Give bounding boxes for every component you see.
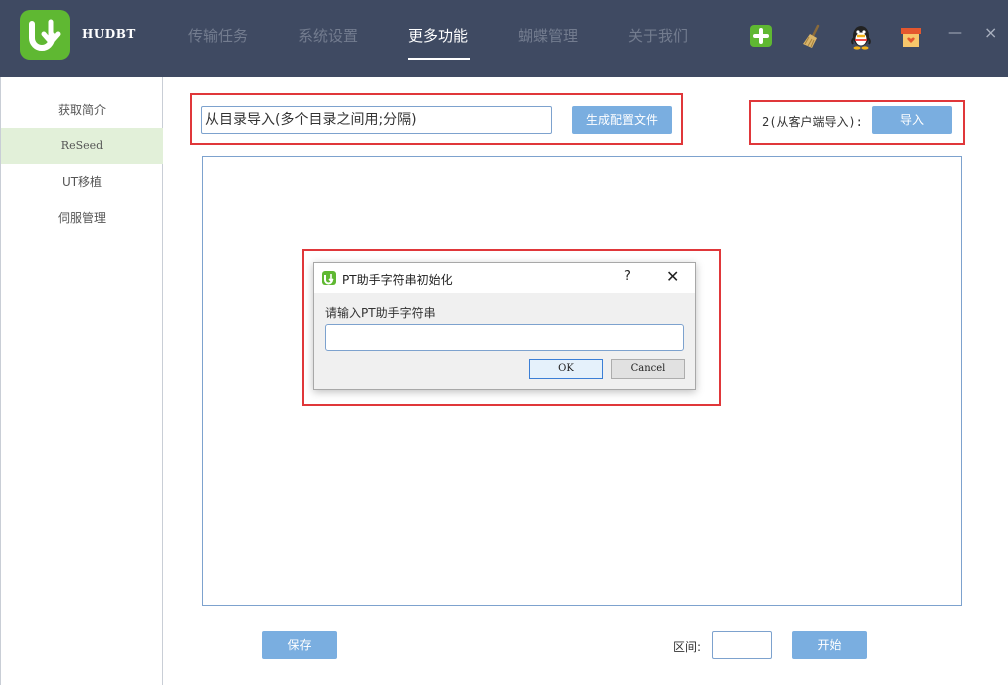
hudbt-logo-icon xyxy=(20,10,70,60)
top-header: HUDBT 传输任务 系统设置 更多功能 蝴蝶管理 关于我们 — × xyxy=(0,0,1008,77)
tab-butterfly-management[interactable]: 蝴蝶管理 xyxy=(518,25,578,46)
save-button[interactable]: 保存 xyxy=(262,631,337,659)
tab-about-us[interactable]: 关于我们 xyxy=(628,25,688,46)
import-button[interactable]: 导入 xyxy=(872,106,952,134)
directory-path-input[interactable]: 从目录导入(多个目录之间用;分隔) xyxy=(201,106,552,134)
gift-box-icon[interactable] xyxy=(900,26,922,52)
tab-system-settings[interactable]: 系统设置 xyxy=(298,25,358,46)
help-icon[interactable]: ? xyxy=(624,269,631,284)
app-logo-icon xyxy=(322,271,336,285)
tab-more-features[interactable]: 更多功能 xyxy=(408,25,468,46)
dialog-prompt: 请输入PT助手字符串 xyxy=(325,306,436,320)
sidebar-item-ut-migration[interactable]: UT移植 xyxy=(1,164,163,200)
dialog-titlebar: PT助手字符串初始化 ? ✕ xyxy=(314,263,695,293)
active-tab-underline xyxy=(408,58,470,60)
tab-transfer-tasks[interactable]: 传输任务 xyxy=(188,25,248,46)
sidebar-item-server-management[interactable]: 伺服管理 xyxy=(1,200,163,236)
pt-helper-string-input[interactable] xyxy=(325,324,684,351)
range-label: 区间: xyxy=(673,640,702,654)
client-import-label: 2(从客户端导入): xyxy=(762,115,863,129)
pt-helper-string-dialog: PT助手字符串初始化 ? ✕ 请输入PT助手字符串 OK Cancel xyxy=(313,262,696,390)
dialog-close-icon[interactable]: ✕ xyxy=(666,267,679,286)
qq-penguin-icon[interactable] xyxy=(850,24,872,54)
sidebar-item-reseed[interactable]: ReSeed xyxy=(1,128,163,164)
brand-name: HUDBT xyxy=(82,27,136,41)
sidebar: 获取简介 ReSeed UT移植 伺服管理 xyxy=(0,77,163,685)
sidebar-item-get-intro[interactable]: 获取简介 xyxy=(1,92,163,128)
cancel-button[interactable]: Cancel xyxy=(611,359,685,379)
add-icon[interactable] xyxy=(750,25,772,51)
minimize-button[interactable]: — xyxy=(948,25,962,41)
dialog-title: PT助手字符串初始化 xyxy=(342,273,453,287)
close-window-button[interactable]: × xyxy=(984,23,997,42)
generate-config-button[interactable]: 生成配置文件 xyxy=(572,106,672,134)
broom-icon[interactable] xyxy=(801,24,825,54)
start-button[interactable]: 开始 xyxy=(792,631,867,659)
range-input[interactable] xyxy=(712,631,772,659)
ok-button[interactable]: OK xyxy=(529,359,603,379)
